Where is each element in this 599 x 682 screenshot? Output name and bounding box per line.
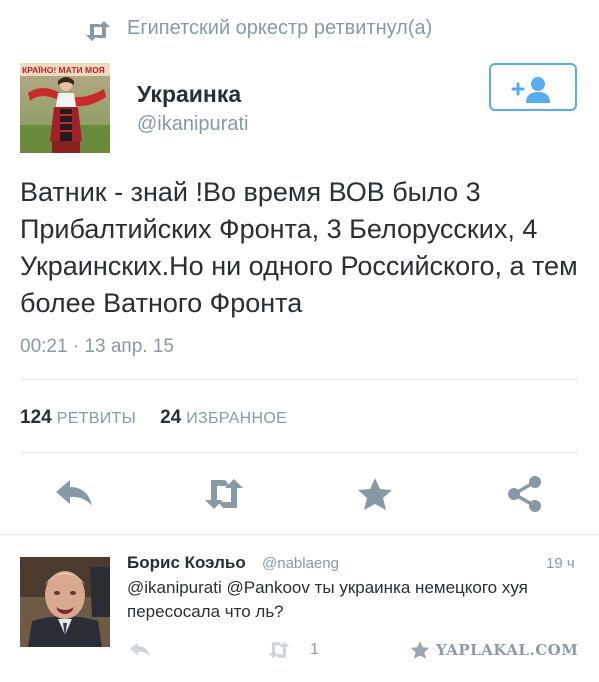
reply-author-handle[interactable]: @nablaeng [262, 555, 339, 572]
watermark-text: YAPLAKAL.COM [436, 641, 579, 659]
reply-avatar[interactable] [20, 557, 110, 647]
avatar-banner-text: КРАЇНО! МАТИ МОЯ [22, 65, 105, 75]
reply-time[interactable]: 19 ч [546, 555, 575, 572]
reply-retweet-count: 1 [310, 641, 319, 658]
tweet-timestamp[interactable]: 00:21 · 13 апр. 15 [20, 336, 174, 358]
retweet-icon[interactable] [202, 474, 246, 514]
retweets-count[interactable]: 124 [20, 407, 52, 428]
watermark-star-icon [410, 641, 430, 659]
reply-author-name[interactable]: Борис Коэльо [127, 553, 246, 573]
avatar[interactable]: КРАЇНО! МАТИ МОЯ [20, 63, 110, 153]
avatar-image: КРАЇНО! МАТИ МОЯ [20, 63, 110, 153]
follow-user-icon [511, 77, 550, 103]
author-name[interactable]: Украинка [137, 81, 241, 108]
favorites-label[interactable]: ИЗБРАННОЕ [186, 410, 287, 427]
follow-button[interactable] [489, 63, 577, 111]
retweet-context-text: Египетский оркестр ретвитнул(а) [127, 17, 433, 39]
divider [20, 379, 578, 380]
retweet-icon [86, 21, 110, 41]
retweets-label[interactable]: РЕТВИТЫ [57, 410, 136, 427]
tweet-stats: 124 РЕТВИТЫ 24 ИЗБРАННОЕ [20, 407, 287, 429]
author-handle[interactable]: @ikanipurati [137, 113, 248, 136]
divider [0, 534, 599, 535]
reply-reply-icon[interactable] [127, 639, 153, 661]
favorite-icon[interactable] [353, 474, 397, 514]
tweet-text: Ватник - знай !Во время ВОВ было 3 Приба… [20, 177, 578, 318]
share-icon[interactable] [503, 474, 547, 514]
reply-avatar-image [20, 557, 110, 647]
divider [20, 452, 578, 453]
reply-text: @ikanipurati @Pankoov ты украинка немецк… [127, 578, 528, 621]
reply-retweet-icon[interactable] [264, 639, 294, 661]
reply-icon[interactable] [52, 474, 96, 514]
favorites-count[interactable]: 24 [160, 407, 181, 428]
